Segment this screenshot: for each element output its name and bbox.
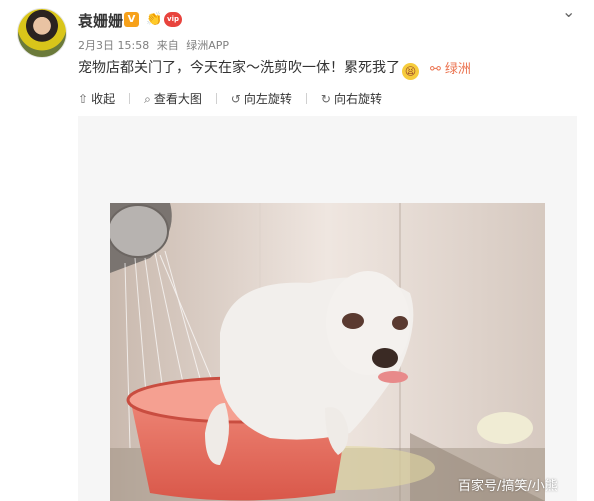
avatar[interactable] [17,8,67,58]
post-date[interactable]: 2月3日 15:58 [78,39,149,52]
rotate-left-icon: ↺ [230,92,241,106]
link-icon: ⚯ [430,62,441,77]
rotate-left-button[interactable]: ↺ 向左旋转 [231,90,292,107]
rotate-right-button[interactable]: ↻ 向右旋转 [321,90,382,107]
divider [305,93,307,104]
tired-face-emoji-icon: 😫 [402,63,419,80]
source-prefix: 来自 [156,39,179,52]
collapse-button[interactable]: ⇧ 收起 [78,90,115,107]
view-large-button[interactable]: ⌕ 查看大图 [144,90,202,107]
post-meta: 2月3日 15:58 来自 绿洲APP [78,37,233,53]
divider [129,93,131,104]
search-icon: ⌕ [144,92,151,106]
author-name[interactable]: 袁姗姗 [78,10,123,31]
post-photo[interactable] [110,203,545,501]
verified-badge-icon[interactable]: V [124,12,139,27]
source-link[interactable]: 绿洲APP [186,39,229,52]
chevron-down-icon[interactable]: ⌄ [562,2,575,21]
topic-link-label[interactable]: 绿洲 [445,62,471,77]
watermark: 百家号/搞笑/小熊 [458,479,558,494]
photo-frame [78,116,577,501]
upload-arrow-icon: ⇧ [78,92,89,106]
post-text: 宠物店都关门了，今天在家～洗剪吹一体！累死我了 😫 [78,57,419,80]
topic-link[interactable]: ⚯ 绿洲 [430,58,471,77]
image-toolbar: ⇧ 收起 ⌕ 查看大图 ↺ 向左旋转 ↻ 向右旋转 [78,90,396,108]
dog-bath-illustration [110,203,545,501]
vip-badge-icon[interactable]: vip [164,12,182,27]
divider [215,93,217,104]
post-text-body: 宠物店都关门了，今天在家～洗剪吹一体！累死我了 [78,60,400,76]
medal-icon[interactable]: 👏 [146,12,162,27]
post-header: 袁姗姗 V 👏 vip ⌄ 2月3日 15:58 来自 绿洲APP 宠物店都关门… [0,0,594,90]
rotate-right-icon: ↻ [320,92,331,106]
